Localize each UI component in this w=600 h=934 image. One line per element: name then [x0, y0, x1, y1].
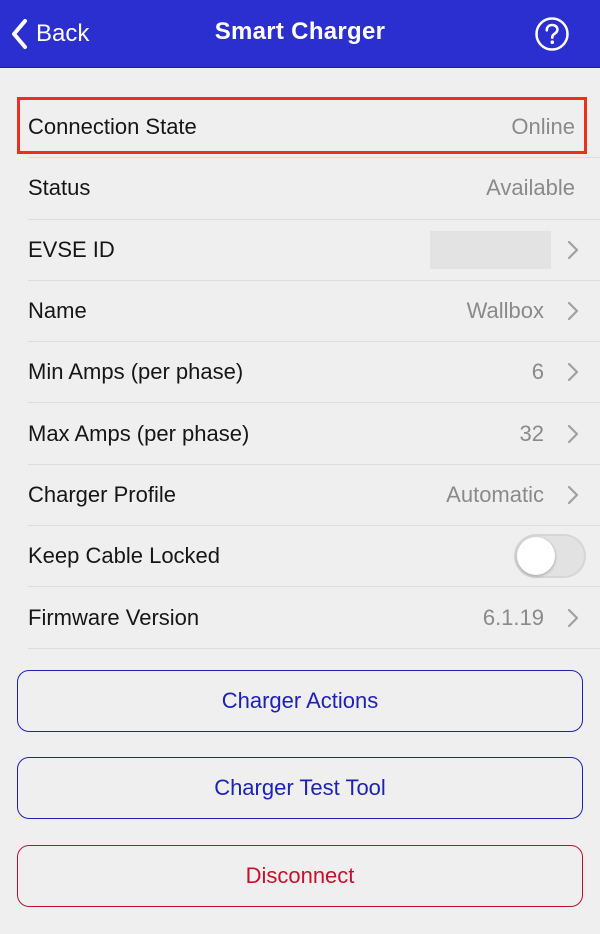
firmware-version-label: Firmware Version	[28, 604, 200, 630]
keep-cable-locked-toggle[interactable]	[514, 534, 586, 579]
page-title: Smart Charger	[214, 18, 386, 45]
settings-list: Connection State Online Status Available…	[0, 97, 600, 649]
connection-state-label: Connection State	[28, 114, 197, 140]
min-amps-label: Min Amps (per phase)	[28, 359, 244, 385]
status-row: Status Available	[28, 158, 600, 220]
chevron-right-icon	[566, 484, 580, 506]
connection-state-row: Connection State Online	[28, 97, 600, 159]
charger-profile-value: Automatic	[446, 481, 544, 507]
toggle-knob	[517, 537, 555, 576]
firmware-version-row[interactable]: Firmware Version 6.1.19	[28, 587, 600, 649]
max-amps-value: 32	[519, 420, 544, 446]
evse-id-value-redacted	[430, 230, 551, 269]
name-row[interactable]: Name Wallbox	[28, 281, 600, 343]
name-label: Name	[28, 298, 87, 324]
chevron-right-icon	[566, 239, 580, 261]
max-amps-label: Max Amps (per phase)	[28, 420, 250, 446]
chevron-right-icon	[566, 423, 580, 445]
status-value: Available	[486, 175, 575, 201]
firmware-version-value: 6.1.19	[482, 604, 544, 630]
max-amps-row[interactable]: Max Amps (per phase) 32	[28, 403, 600, 465]
charger-actions-button[interactable]: Charger Actions	[17, 670, 583, 732]
nav-bar: Back Smart Charger	[0, 0, 600, 68]
chevron-right-icon	[566, 361, 580, 383]
question-circle-icon	[534, 16, 570, 52]
evse-id-row[interactable]: EVSE ID	[28, 220, 600, 281]
keep-cable-locked-row: Keep Cable Locked	[28, 526, 600, 588]
chevron-right-icon	[566, 607, 580, 629]
evse-id-label: EVSE ID	[28, 236, 115, 262]
charger-profile-row[interactable]: Charger Profile Automatic	[28, 465, 600, 527]
chevron-right-icon	[566, 300, 580, 322]
help-button[interactable]	[534, 16, 570, 52]
name-value: Wallbox	[466, 298, 544, 324]
charger-test-tool-button[interactable]: Charger Test Tool	[17, 757, 583, 819]
charger-profile-label: Charger Profile	[28, 481, 176, 507]
min-amps-row[interactable]: Min Amps (per phase) 6	[28, 342, 600, 404]
keep-cable-locked-label: Keep Cable Locked	[28, 543, 221, 569]
status-label: Status	[28, 175, 91, 201]
disconnect-button[interactable]: Disconnect	[17, 845, 583, 907]
connection-state-value: Online	[511, 114, 575, 140]
min-amps-value: 6	[531, 359, 544, 385]
